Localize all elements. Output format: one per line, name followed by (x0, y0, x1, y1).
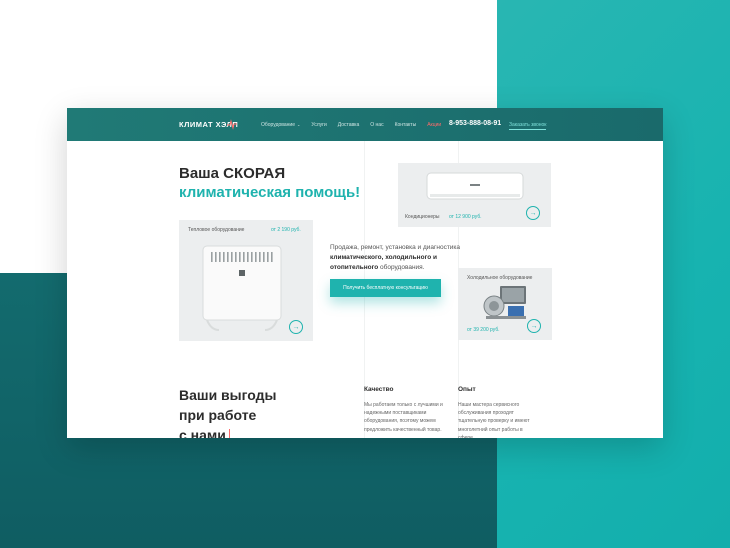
card-price: от 39 200 руб. (467, 327, 500, 333)
benefits-title-line3: с нами (179, 427, 226, 438)
benefits-title-line1: Ваши выгоды (179, 387, 277, 403)
mockup-stage: КЛИМАТ ХЭЛП Оборудование ⌄ Услуги Доставк… (0, 0, 730, 548)
air-conditioner-image (426, 172, 524, 200)
benefit-title-experience: Опыт (458, 386, 476, 393)
accent-mark (228, 429, 230, 438)
description-text: Продажа, ремонт, установка и диагностика (330, 244, 461, 251)
callback-link[interactable]: Заказать звонок (509, 122, 547, 130)
benefit-text-experience: Наши мастера сервисного обслуживания про… (458, 402, 530, 438)
nav-services[interactable]: Услуги (311, 122, 326, 128)
convector-heater-image (202, 245, 282, 331)
main-nav: Оборудование ⌄ Услуги Доставка О нас Конт… (261, 122, 441, 128)
benefit-text-quality: Мы работаем только с лучшими и надежными… (364, 402, 443, 433)
refrigeration-unit-image (483, 286, 526, 319)
arrow-right-icon[interactable]: → (289, 320, 303, 334)
card-label: Кондиционеры (405, 214, 440, 220)
arrow-right-icon[interactable]: → (527, 319, 541, 333)
card-label: Холодильное оборудование (467, 275, 533, 281)
card-price: от 2 190 руб. (271, 227, 301, 233)
benefits-title: Ваши выгоды при работе с нами (179, 385, 276, 438)
nav-about[interactable]: О нас (370, 122, 383, 128)
hero-title-line1: Ваша СКОРАЯ (179, 165, 286, 182)
site-header: КЛИМАТ ХЭЛП Оборудование ⌄ Услуги Доставк… (67, 108, 663, 141)
card-refrigeration[interactable]: Холодильное оборудование от 39 200 руб. … (458, 268, 552, 340)
card-label: Тепловое оборудование (188, 227, 245, 233)
nav-promo[interactable]: Акции (427, 122, 441, 128)
pulse-icon (227, 119, 237, 130)
website-preview: КЛИМАТ ХЭЛП Оборудование ⌄ Услуги Доставк… (67, 108, 663, 438)
card-price: от 12 900 руб. (449, 214, 482, 220)
card-air-conditioners[interactable]: Кондиционеры от 12 900 руб. → (398, 163, 551, 227)
nav-equipment[interactable]: Оборудование ⌄ (261, 122, 300, 128)
hero-title-line2: климатическая помощь! (179, 184, 361, 201)
benefits-title-line2: при работе (179, 407, 257, 423)
hero-title: Ваша СКОРАЯ климатическая помощь! (179, 164, 360, 202)
arrow-right-icon[interactable]: → (526, 206, 540, 220)
chevron-down-icon: ⌄ (297, 122, 301, 127)
nav-contacts[interactable]: Контакты (395, 122, 417, 128)
nav-delivery[interactable]: Доставка (338, 122, 359, 128)
phone-number[interactable]: 8-953-888-08-91 (449, 120, 501, 127)
description-text-end: оборудования. (380, 264, 425, 271)
card-heating[interactable]: Тепловое оборудование от 2 190 руб. → (179, 220, 313, 341)
benefit-title-quality: Качество (364, 386, 394, 393)
consultation-button[interactable]: Получить бесплатную консультацию (330, 279, 441, 297)
nav-label: Оборудование (261, 122, 296, 128)
